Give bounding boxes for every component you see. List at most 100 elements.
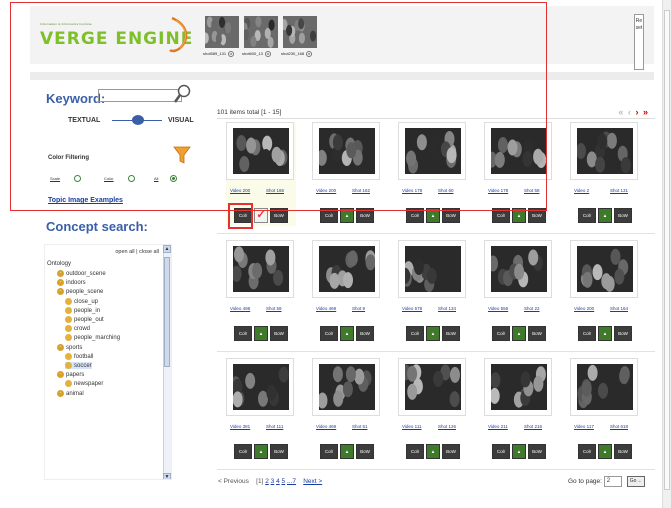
thumbnail-frame[interactable] [226, 240, 294, 298]
thumbnail-frame[interactable] [484, 240, 552, 298]
goto-page-input[interactable]: 2 [603, 476, 622, 487]
shot-link[interactable]: Shot 9 [352, 306, 365, 311]
video-link[interactable]: Video 111 [402, 424, 422, 429]
color-search-button[interactable]: Colr [320, 326, 338, 341]
find-similar-arrow-icon[interactable]: ▲ [598, 208, 612, 223]
tree-open-close-links[interactable]: open all | close all [45, 245, 171, 255]
thumbnail-frame[interactable] [312, 240, 380, 298]
tree-node[interactable]: people_out [65, 316, 104, 323]
thumbnail-frame[interactable] [226, 358, 294, 416]
find-similar-arrow-icon[interactable]: ▲ [512, 444, 526, 459]
shot-thumbnail[interactable] [577, 364, 633, 410]
video-link[interactable]: Video 556 [488, 306, 508, 311]
video-link[interactable]: Video 578 [402, 306, 422, 311]
shot-thumbnail[interactable] [400, 364, 461, 410]
bow-search-button[interactable]: BoW [614, 326, 632, 341]
shot-thumbnail[interactable] [317, 364, 375, 410]
color-search-button[interactable]: Colr [578, 208, 596, 223]
video-link[interactable]: Video 200 [574, 306, 594, 311]
bow-search-button[interactable]: BoW [356, 444, 374, 459]
shot-thumbnail[interactable] [576, 128, 633, 174]
shot-thumbnail[interactable] [488, 246, 547, 292]
next-page-icon[interactable]: › [635, 107, 639, 117]
shot-link[interactable]: Shot 134 [438, 306, 456, 311]
tree-node[interactable]: - sports [57, 343, 82, 351]
thumbnail-frame[interactable] [570, 240, 638, 298]
tree-scrollbar[interactable]: ▲ ▼ [163, 245, 171, 479]
find-similar-arrow-icon[interactable]: ▲ [340, 326, 354, 341]
find-similar-arrow-icon[interactable]: ▲ [598, 326, 612, 341]
shot-link[interactable]: Shot 131 [610, 188, 628, 193]
goto-button[interactable]: Go→ [626, 476, 645, 487]
reset-button[interactable]: Reset [634, 14, 644, 70]
color-search-button[interactable]: Colr [406, 444, 424, 459]
color-search-button[interactable]: Colr [406, 326, 424, 341]
color-search-button[interactable]: Colr [234, 326, 252, 341]
folder-node-icon[interactable]: - [57, 343, 64, 351]
find-similar-arrow-icon[interactable]: ▲ [426, 326, 440, 341]
bow-search-button[interactable]: BoW [442, 326, 460, 341]
bow-search-button[interactable]: BoW [356, 326, 374, 341]
video-link[interactable]: Video 498 [230, 306, 250, 311]
thumbnail-frame[interactable] [398, 240, 466, 298]
color-search-button[interactable]: Colr [578, 326, 596, 341]
bow-search-button[interactable]: BoW [270, 444, 288, 459]
shot-thumbnail[interactable] [319, 246, 376, 292]
video-link[interactable]: Video 2 [574, 188, 589, 193]
color-search-button[interactable]: Colr [320, 444, 338, 459]
folder-node-icon[interactable]: - [57, 270, 64, 277]
shot-link[interactable]: Shot 51 [352, 424, 368, 429]
tree-node[interactable]: close_up [65, 297, 98, 305]
tree-node[interactable]: - outdoor_scene [57, 270, 106, 277]
tree-node[interactable]: - animal [57, 389, 84, 397]
tree-node[interactable]: newspaper [65, 380, 103, 387]
folder-node-icon[interactable]: - [57, 371, 64, 379]
tree-scroll-down-icon[interactable]: ▼ [163, 473, 171, 479]
first-page-icon[interactable]: « [618, 107, 624, 117]
shot-thumbnail[interactable] [400, 246, 461, 292]
bow-search-button[interactable]: BoW [528, 444, 546, 459]
video-link[interactable]: Video 211 [488, 424, 508, 429]
shot-link[interactable]: Shot 216 [524, 424, 542, 429]
shot-thumbnail[interactable] [489, 364, 547, 410]
tree-node[interactable]: - indoors [57, 279, 86, 286]
tree-node[interactable]: - people_scene [57, 288, 103, 295]
bow-search-button[interactable]: BoW [442, 444, 460, 459]
previous-page-link[interactable]: < Previous [218, 478, 249, 485]
video-link[interactable]: Video 469 [316, 306, 336, 311]
tree-node[interactable]: people_marching [65, 334, 120, 341]
bow-search-button[interactable]: BoW [270, 326, 288, 341]
find-similar-arrow-icon[interactable]: ▲ [598, 444, 612, 459]
folder-node-icon[interactable]: - [57, 279, 64, 287]
shot-link[interactable]: Shot 164 [610, 306, 628, 311]
find-similar-arrow-icon[interactable]: ▲ [426, 444, 440, 459]
thumbnail-frame[interactable] [312, 358, 380, 416]
find-similar-arrow-icon[interactable]: ▲ [512, 326, 526, 341]
shot-link[interactable]: Shot 618 [610, 424, 628, 429]
tree-node[interactable]: soccer [65, 362, 92, 370]
color-search-button[interactable]: Colr [492, 326, 510, 341]
tree-scroll-up-icon[interactable]: ▲ [163, 245, 171, 253]
thumbnail-frame[interactable] [570, 122, 638, 180]
thumbnail-frame[interactable] [484, 358, 552, 416]
video-link[interactable]: Video 117 [574, 424, 594, 429]
shot-thumbnail[interactable] [231, 246, 289, 292]
thumbnail-frame[interactable] [398, 358, 466, 416]
find-similar-arrow-icon[interactable]: ▲ [254, 326, 268, 341]
page-scrollbar[interactable] [662, 0, 671, 508]
shot-link[interactable]: Shot 126 [438, 424, 456, 429]
page-link-5[interactable]: 5 [282, 478, 286, 485]
find-similar-arrow-icon[interactable]: ▲ [340, 444, 354, 459]
folder-node-icon[interactable]: - [57, 389, 64, 397]
page-link-2[interactable]: 2 [265, 478, 269, 485]
shot-thumbnail[interactable] [230, 364, 289, 410]
shot-thumbnail[interactable] [577, 246, 633, 292]
find-similar-arrow-icon[interactable]: ▲ [254, 444, 268, 459]
tree-scroll-thumb[interactable] [164, 257, 170, 367]
video-link[interactable]: Video 381 [230, 424, 250, 429]
color-search-button[interactable]: Colr [492, 444, 510, 459]
shot-link[interactable]: Shot 22 [524, 306, 540, 311]
color-search-button[interactable]: Colr [578, 444, 596, 459]
bow-search-button[interactable]: BoW [614, 208, 632, 223]
page-link-7[interactable]: ...7 [287, 478, 296, 485]
